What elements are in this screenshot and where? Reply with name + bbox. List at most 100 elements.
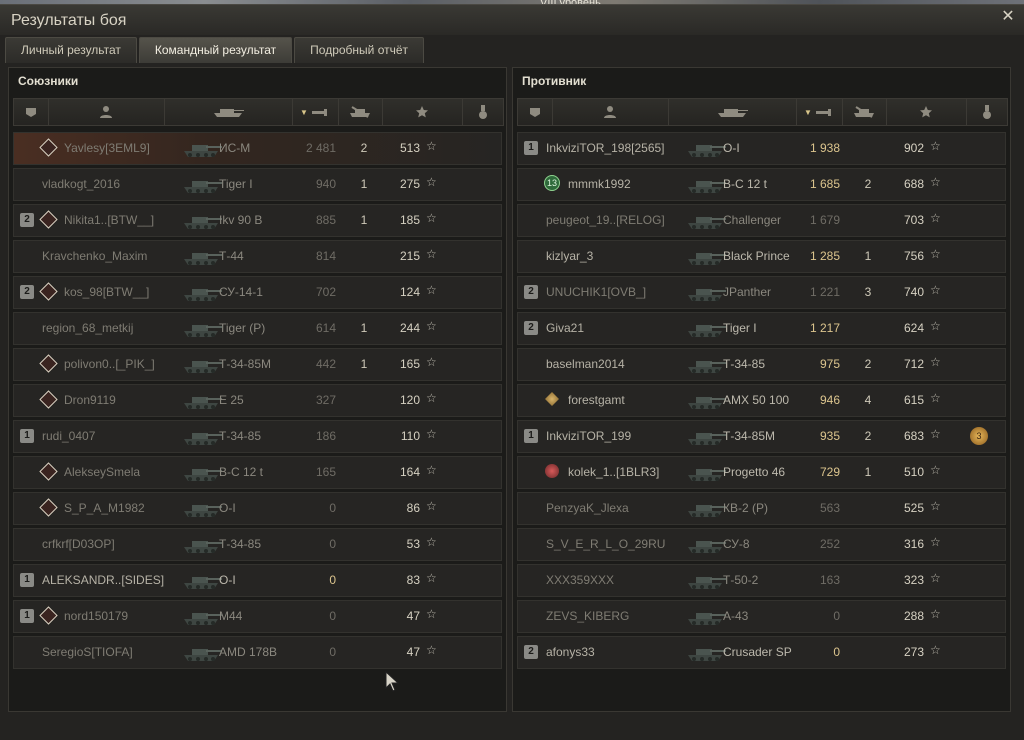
- allies-player-row[interactable]: SeregioS[TIOFA] AMD 178B 0 47 ☆: [13, 636, 502, 669]
- enemies-player-row[interactable]: 2 afonys33 Crusader SP 0 273 ☆: [517, 636, 1006, 669]
- allies-platoon-column-icon[interactable]: [14, 99, 49, 125]
- enemies-player-row[interactable]: 2 UNUCHIK1[OVB_] JPanther 1 221 3 740 ☆: [517, 276, 1006, 309]
- enemies-player-row[interactable]: forestgamt AMX 50 100 946 4 615 ☆: [517, 384, 1006, 417]
- enemies-kills-column-icon[interactable]: [842, 99, 887, 125]
- xp-star-icon: ☆: [930, 463, 941, 477]
- enemies-player-row[interactable]: kizlyar_3 Black Prince 1 285 1 756 ☆: [517, 240, 1006, 273]
- tank-icon: [684, 352, 728, 377]
- allies-list: Yavlesy[3EML9] ИС-М 2 481 2 513 ☆ vladkogt_201…: [13, 132, 502, 672]
- tank-name: Т-50-2: [723, 573, 759, 587]
- xp-star-icon: ☆: [426, 427, 437, 441]
- tank-icon: [684, 424, 728, 449]
- rank-diamond-icon: [38, 461, 58, 481]
- enemies-player-row[interactable]: 1 InkviziTOR_198[2565] О-I 1 938 902 ☆: [517, 132, 1006, 165]
- enemies-player-row[interactable]: 13 mmmk1992 В-С 12 t 1 685 2 688 ☆: [517, 168, 1006, 201]
- kills-value: 2: [864, 429, 872, 443]
- platoon-badge: 2: [524, 321, 538, 335]
- xp-value: 273: [903, 645, 924, 659]
- enemies-achievements-column-icon[interactable]: [966, 99, 1008, 125]
- allies-damage-column-icon[interactable]: ▼: [292, 99, 339, 125]
- player-name: baselman2014: [546, 357, 625, 371]
- xp-star-icon: ☆: [930, 283, 941, 297]
- allies-player-row[interactable]: polivon0..[_PIK_] Т-34-85М 442 1 165 ☆: [13, 348, 502, 381]
- enemies-player-row[interactable]: ZEVS_KIBERG А-43 0 288 ☆: [517, 600, 1006, 633]
- kills-value: 2: [864, 177, 872, 191]
- enemies-platoon-column-icon[interactable]: [518, 99, 553, 125]
- allies-xp-column-icon[interactable]: [382, 99, 463, 125]
- xp-star-icon: ☆: [426, 283, 437, 297]
- player-name: Giva21: [546, 321, 585, 335]
- damage-value: 0: [329, 537, 336, 551]
- allies-kills-column-icon[interactable]: [338, 99, 383, 125]
- enemies-xp-column-icon[interactable]: [886, 99, 967, 125]
- kills-value: 3: [864, 285, 872, 299]
- xp-star-icon: ☆: [426, 607, 437, 621]
- allies-player-row[interactable]: S_P_A_M1982 О-I 0 86 ☆: [13, 492, 502, 525]
- tank-icon: [180, 244, 224, 269]
- enemies-player-row[interactable]: S_V_E_R_L_O_29RU СУ-8 252 316 ☆: [517, 528, 1006, 561]
- achievement-medal-icon[interactable]: 3: [970, 427, 988, 445]
- allies-player-row[interactable]: vladkogt_2016 Tiger I 940 1 275 ☆: [13, 168, 502, 201]
- allies-player-row[interactable]: Yavlesy[3EML9] ИС-М 2 481 2 513 ☆: [13, 132, 502, 165]
- xp-value: 288: [903, 609, 924, 623]
- tab-team-result[interactable]: Командный результат: [138, 37, 293, 63]
- tab-bar: Личный результат Командный результат Под…: [5, 37, 426, 63]
- xp-value: 703: [903, 213, 924, 227]
- allies-player-row[interactable]: 1 nord150179 M44 0 47 ☆: [13, 600, 502, 633]
- enemies-player-row[interactable]: peugeot_19..[RELOG] Challenger 1 679 703 ☆: [517, 204, 1006, 237]
- allies-achievements-column-icon[interactable]: [462, 99, 504, 125]
- allies-player-row[interactable]: crfkrf[D03OP] Т-34-85 0 53 ☆: [13, 528, 502, 561]
- enemies-title: Противник: [522, 74, 587, 88]
- enemies-player-row[interactable]: XXX359XXX Т-50-2 163 323 ☆: [517, 564, 1006, 597]
- allies-player-row[interactable]: 1 ALEKSANDR..[SIDES] О-I 0 83 ☆: [13, 564, 502, 597]
- allies-player-row[interactable]: region_68_metkij Tiger (P) 614 1 244 ☆: [13, 312, 502, 345]
- tank-name: Tiger I: [723, 321, 757, 335]
- enemies-player-row[interactable]: baselman2014 Т-34-85 975 2 712 ☆: [517, 348, 1006, 381]
- allies-player-row[interactable]: Kravchenko_Maxim Т-44 814 215 ☆: [13, 240, 502, 273]
- enemies-tank-column-icon[interactable]: [668, 99, 797, 125]
- tank-name: Т-34-85М: [219, 357, 272, 371]
- damage-value: 1 217: [809, 321, 840, 335]
- xp-star-icon: ☆: [930, 535, 941, 549]
- close-icon[interactable]: ✕: [1000, 9, 1016, 25]
- tank-name: E 25: [219, 393, 244, 407]
- xp-star-icon: ☆: [930, 427, 941, 441]
- player-name: crfkrf[D03OP]: [42, 537, 115, 551]
- player-name: InkviziTOR_199: [546, 429, 632, 443]
- xp-star-icon: ☆: [426, 571, 437, 585]
- enemies-player-row[interactable]: kolek_1..[1BLR3] Progetto 46 729 1 510 ☆: [517, 456, 1006, 489]
- player-name: rudi_0407: [42, 429, 96, 443]
- allies-player-row[interactable]: AlekseySmela В-С 12 t 165 164 ☆: [13, 456, 502, 489]
- xp-star-icon: ☆: [930, 571, 941, 585]
- enemies-player-column-icon[interactable]: [552, 99, 669, 125]
- allies-tank-column-icon[interactable]: [164, 99, 293, 125]
- tank-name: А-43: [723, 609, 749, 623]
- damage-value: 814: [315, 249, 336, 263]
- xp-star-icon: ☆: [930, 319, 941, 333]
- allies-player-row[interactable]: Dron9119 E 25 327 120 ☆: [13, 384, 502, 417]
- enemies-player-row[interactable]: 2 Giva21 Tiger I 1 217 624 ☆: [517, 312, 1006, 345]
- tank-name: О-I: [219, 501, 236, 515]
- enemies-player-row[interactable]: PenzyaK_Jlexa КВ-2 (Р) 563 525 ☆: [517, 492, 1006, 525]
- kills-value: 2: [864, 357, 872, 371]
- player-name: region_68_metkij: [42, 321, 134, 335]
- damage-value: 252: [819, 537, 840, 551]
- player-name: forestgamt: [568, 393, 625, 407]
- tab-detailed-report[interactable]: Подробный отчёт: [294, 37, 425, 63]
- rank-diamond-icon: [38, 389, 58, 409]
- allies-player-row[interactable]: 2 Nikita1..[BTW__] Ikv 90 B 885 1 185 ☆: [13, 204, 502, 237]
- allies-player-row[interactable]: 2 kos_98[BTW__] СУ-14-1 702 124 ☆: [13, 276, 502, 309]
- allies-player-row[interactable]: 1 rudi_0407 Т-34-85 186 110 ☆: [13, 420, 502, 453]
- xp-star-icon: ☆: [930, 355, 941, 369]
- rank-diamond-icon: [38, 353, 58, 373]
- damage-value: 186: [315, 429, 336, 443]
- player-name: ALEKSANDR..[SIDES]: [42, 573, 165, 587]
- enemies-damage-column-icon[interactable]: ▼: [796, 99, 843, 125]
- enemies-player-row[interactable]: 1 InkviziTOR_199 Т-34-85М 935 2 683 ☆ 3: [517, 420, 1006, 453]
- tab-personal-result[interactable]: Личный результат: [5, 37, 137, 63]
- kills-value: 4: [864, 393, 872, 407]
- allies-player-column-icon[interactable]: [48, 99, 165, 125]
- kills-value: 1: [360, 357, 368, 371]
- player-name: SeregioS[TIOFA]: [42, 645, 133, 659]
- player-name: InkviziTOR_198[2565]: [546, 141, 665, 155]
